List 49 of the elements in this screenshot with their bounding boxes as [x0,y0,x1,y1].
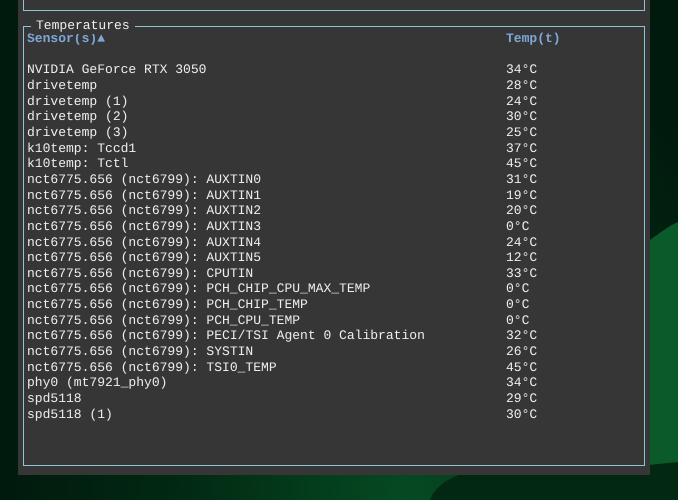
table-cell-text: 34°C [506,62,538,78]
table-cell-text: 19°C [506,188,538,204]
table-cell-text: 29°C [506,391,538,407]
table-cell-text: drivetemp (2) [27,109,130,125]
table-cell-text: nct6775.656 (nct6799): CPUTIN [27,266,254,282]
column-header[interactable]: Temp(t) [506,31,641,47]
table-cell-text: drivetemp [27,78,98,94]
panel-title: Temperatures [31,18,135,34]
table-cell-text: nct6775.656 (nct6799): AUXTIN3 [27,218,262,235]
table-cell-text: 31°C [506,172,538,188]
table-cell-text: 24°C [506,94,538,110]
table-cell-text: 0°C [506,281,530,298]
table-cell-text: nct6775.656 (nct6799): TSI0_TEMP [27,360,278,376]
table-cell-text: 37°C [506,140,538,156]
table-cell-text: nct6775.656 (nct6799): AUXTIN0 [27,172,262,188]
table-cell-text: spd5118 [27,391,83,407]
table-cell-text: 26°C [506,344,538,360]
table-cell-text: 20°C [506,203,538,219]
table-cell-text: nct6775.656 (nct6799): AUXTIN1 [27,188,262,204]
table-cell-text: nct6775.656 (nct6799): PCH_CHIP_TEMP [27,297,309,313]
table-cell-text: NVIDIA GeForce RTX 3050 [27,62,208,78]
table-cell-text: 45°C [506,360,538,376]
table-cell-text: 28°C [506,78,538,94]
table-cell-text: 0°C [506,218,530,235]
table-cell-text: 33°C [506,266,538,282]
table-cell-text: 30°C [506,406,538,422]
table-cell-text: 45°C [506,156,538,172]
table-cell-text: nct6775.656 (nct6799): PCH_CHIP_CPU_MAX_TEMP [27,281,372,298]
table-cell-text: nct6775.656 (nct6799): PECI/TSI Agent 0 Calibration [27,328,426,344]
table-cell-text: k10temp: Tccd1 [27,140,138,156]
column-header[interactable]: Sensor(s)▲ [27,31,506,47]
table-cell-text: nct6775.656 (nct6799): AUXTIN5 [27,250,262,266]
table-cell-text: drivetemp (1) [27,94,130,110]
table-cell-text: nct6775.656 (nct6799): AUXTIN4 [27,234,262,250]
table-cell-text: 25°C [506,124,538,141]
table-cell-text: drivetemp (3) [27,124,130,141]
table-cell-text: 24°C [506,234,538,250]
table-cell-text: nct6775.656 (nct6799): AUXTIN2 [27,203,262,219]
table-cell-text: phy0 (mt7921_phy0) [27,375,168,392]
table-cell-text: 0°C [506,297,530,313]
table-cell-text: 30°C [506,109,538,125]
table-cell-text: 12°C [506,250,538,266]
table-cell-text: nct6775.656 (nct6799): SYSTIN [27,344,254,360]
table-cell-text: 32°C [506,328,538,344]
table-cell-text: k10temp: Tctl [27,156,130,172]
table-cell-text: 0°C [506,312,530,328]
table-cell-text: spd5118 (1) [27,406,114,422]
table-cell-text: 34°C [506,375,538,392]
table-cell-text: nct6775.656 (nct6799): PCH_CPU_TEMP [27,312,302,328]
